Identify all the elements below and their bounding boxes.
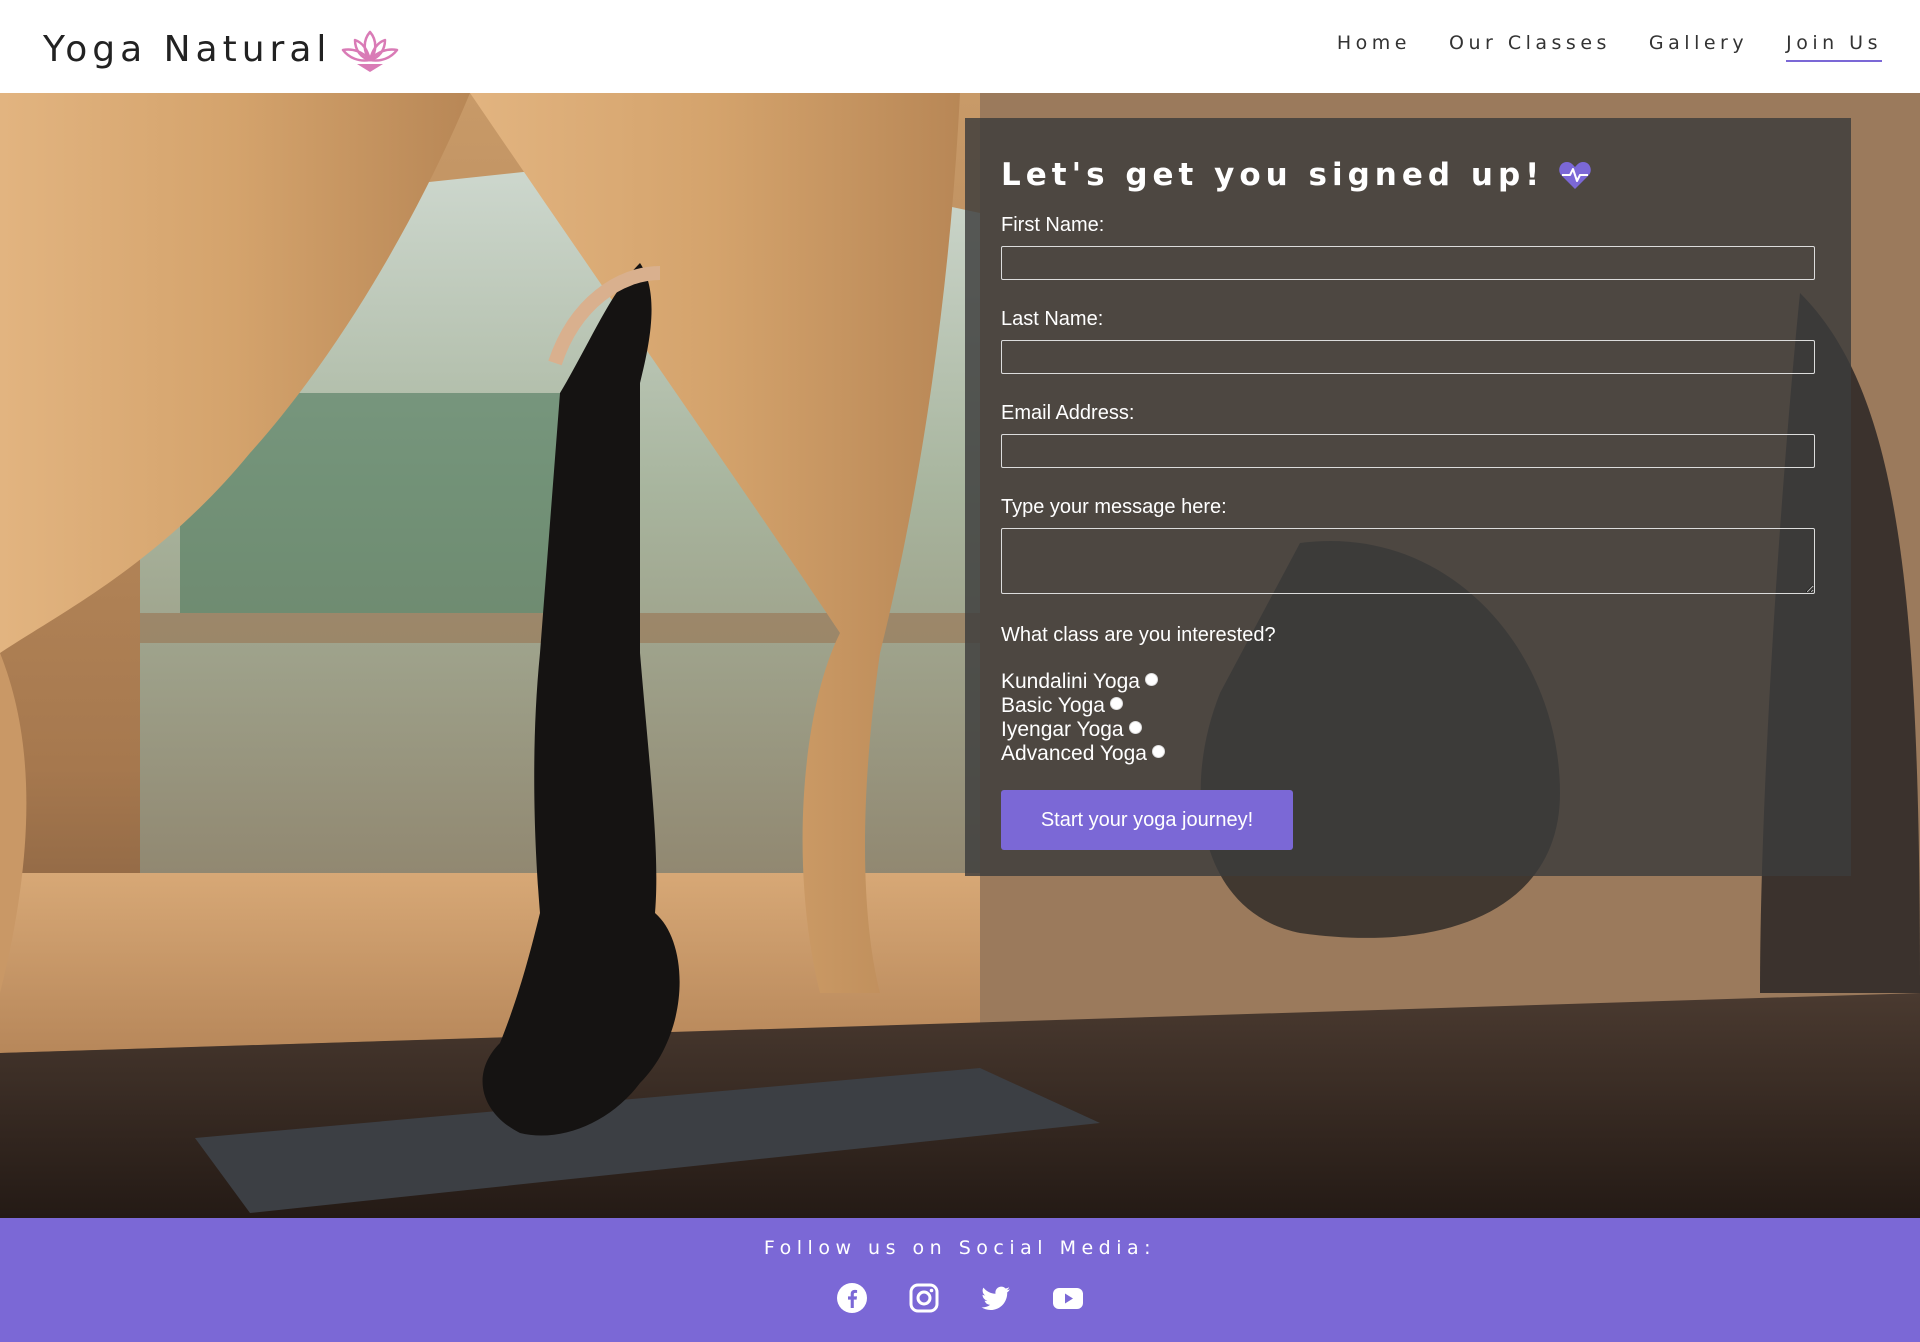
nav-home[interactable]: Home (1337, 32, 1411, 62)
instagram-icon[interactable] (908, 1282, 940, 1314)
last-name-label: Last Name: (1001, 308, 1104, 330)
submit-button[interactable]: Start your yoga journey! (1001, 790, 1293, 850)
last-name-input[interactable] (1001, 340, 1815, 374)
signup-form-panel: Let's get you signed up! First Name: Las… (965, 118, 1851, 876)
radio-label: Basic Yoga (1001, 694, 1105, 717)
radio-button[interactable] (1151, 744, 1165, 758)
first-name-label: First Name: (1001, 214, 1105, 236)
social-links (0, 1282, 1920, 1314)
form-title-text: Let's get you signed up! (1001, 157, 1545, 193)
radio-label: Kundalini Yoga (1001, 670, 1140, 693)
radio-label: Iyengar Yoga (1001, 718, 1124, 741)
nav-our-classes[interactable]: Our Classes (1449, 32, 1611, 62)
twitter-icon[interactable] (980, 1282, 1012, 1314)
class-question-label: What class are you interested? (1001, 624, 1276, 646)
youtube-icon[interactable] (1052, 1282, 1084, 1314)
first-name-input[interactable] (1001, 246, 1815, 280)
radio-button[interactable] (1128, 720, 1142, 734)
class-radio-group: Kundalini Yoga Basic Yoga Iyengar Yoga A… (1001, 670, 1815, 766)
facebook-icon[interactable] (836, 1282, 868, 1314)
nav-join-us[interactable]: Join Us (1786, 32, 1882, 62)
email-input[interactable] (1001, 434, 1815, 468)
form-title: Let's get you signed up! (1001, 152, 1815, 198)
main-nav: Home Our Classes Gallery Join Us (1337, 32, 1882, 62)
radio-option-basic[interactable]: Basic Yoga (1001, 694, 1815, 718)
site-footer: Follow us on Social Media: (0, 1218, 1920, 1342)
message-label: Type your message here: (1001, 496, 1227, 518)
message-textarea[interactable] (1001, 528, 1815, 594)
radio-button[interactable] (1109, 696, 1123, 710)
heartbeat-icon (1559, 162, 1592, 189)
radio-label: Advanced Yoga (1001, 742, 1147, 765)
radio-button[interactable] (1144, 672, 1158, 686)
site-header: Yoga Natural Home Our Classes Gallery Jo… (0, 0, 1920, 93)
radio-option-advanced[interactable]: Advanced Yoga (1001, 742, 1815, 766)
radio-option-kundalini[interactable]: Kundalini Yoga (1001, 670, 1815, 694)
nav-gallery[interactable]: Gallery (1649, 32, 1748, 62)
brand-logo[interactable]: Yoga Natural (43, 24, 401, 74)
hero-section: Let's get you signed up! First Name: Las… (0, 93, 1920, 1218)
radio-option-iyengar[interactable]: Iyengar Yoga (1001, 718, 1815, 742)
brand-name: Yoga Natural (43, 28, 332, 70)
follow-us-text: Follow us on Social Media: (763, 1237, 1157, 1259)
lotus-icon (342, 30, 399, 72)
email-label: Email Address: (1001, 402, 1135, 424)
